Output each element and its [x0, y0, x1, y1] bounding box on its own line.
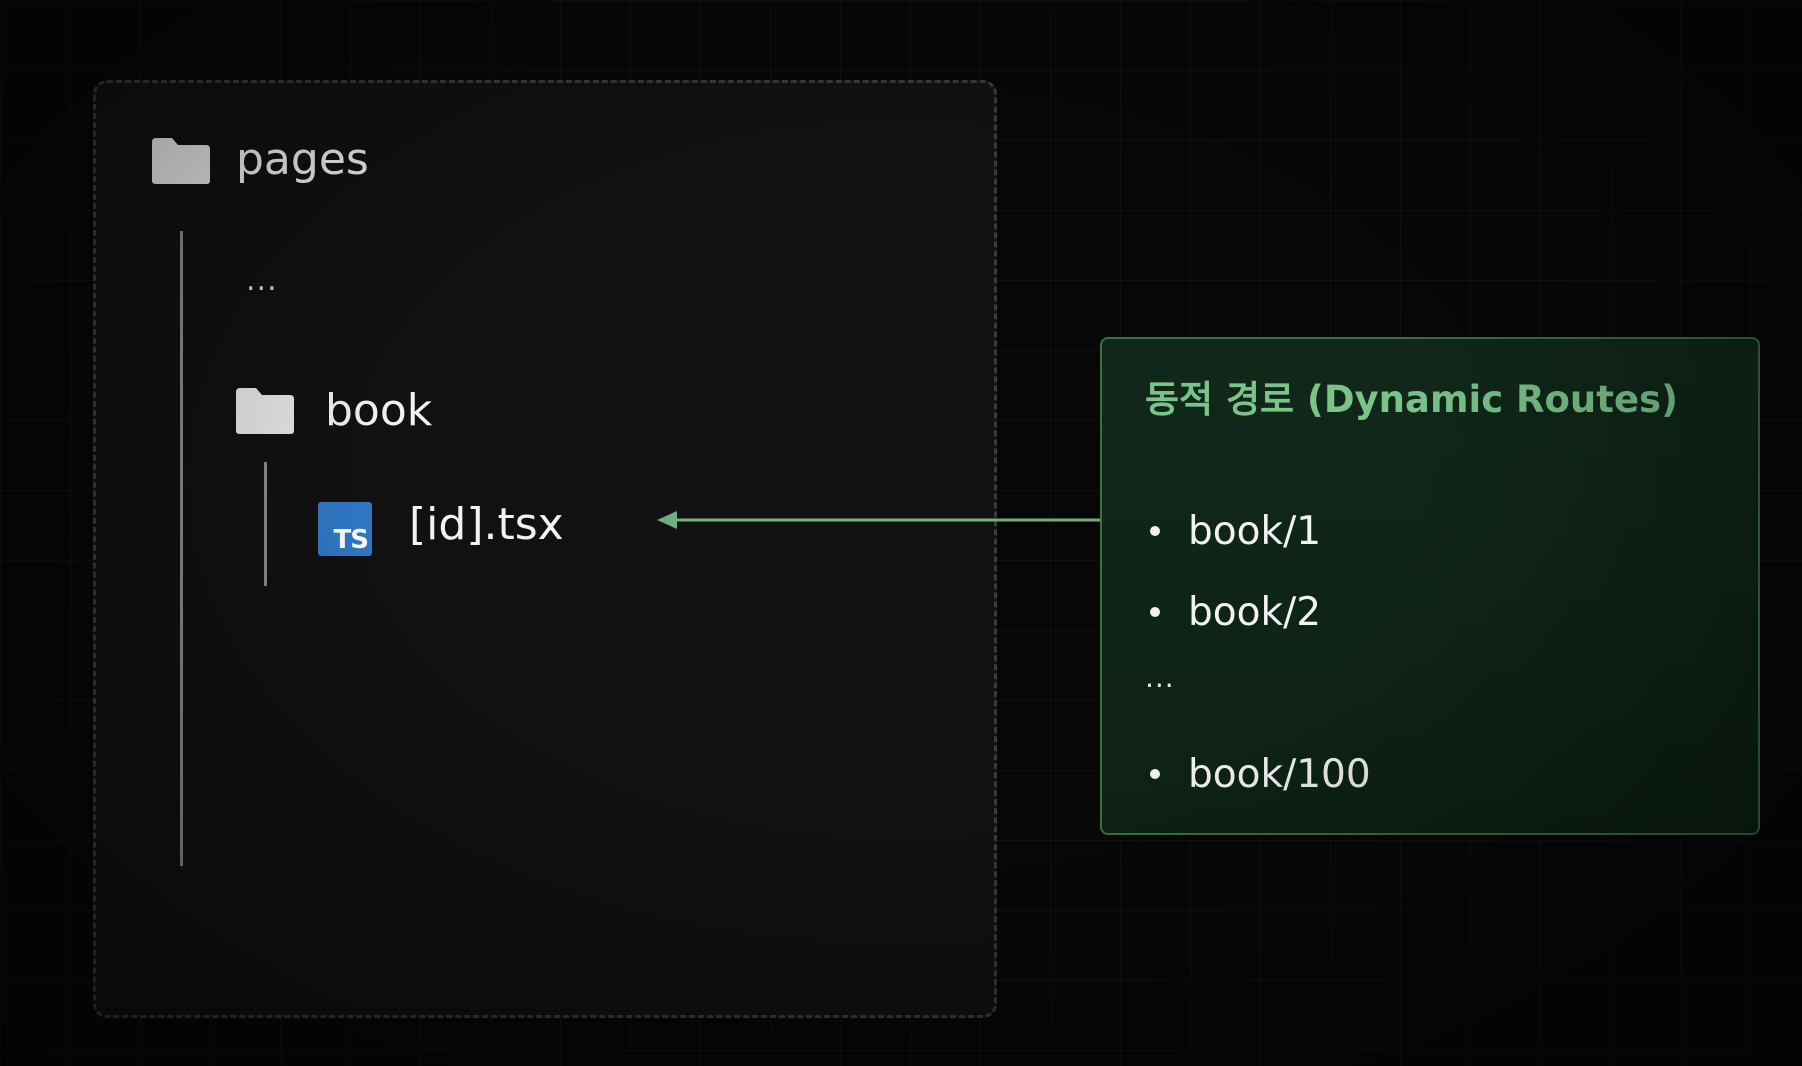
ts-badge-text: TS	[333, 525, 369, 555]
folder-icon	[234, 386, 296, 436]
bullet-icon	[1150, 606, 1160, 617]
tree-connector-line	[264, 462, 267, 586]
file-tree-panel: pages ... book TS [id].tsx	[93, 80, 997, 1018]
route-ellipsis: ...	[1145, 661, 1175, 694]
tree-ellipsis: ...	[246, 263, 278, 298]
info-box-title: 동적 경로 (Dynamic Routes)	[1145, 378, 1678, 421]
diagram-canvas: pages ... book TS [id].tsx 동적 경로 (Dynami…	[0, 0, 1802, 1066]
route-list-item: book/1	[1150, 512, 1321, 551]
book-folder-label: book	[325, 385, 433, 436]
bullet-icon	[1150, 768, 1160, 779]
route-list-item: book/100	[1150, 755, 1371, 794]
root-folder-label: pages	[236, 134, 369, 185]
dynamic-routes-box: 동적 경로 (Dynamic Routes) book/1 book/2 ...…	[1100, 337, 1760, 835]
route-text: book/1	[1188, 509, 1322, 554]
folder-icon	[150, 136, 212, 186]
tree-connector-line	[180, 231, 183, 866]
route-text: book/100	[1188, 752, 1371, 797]
route-list-item: book/2	[1150, 593, 1321, 632]
bullet-icon	[1150, 525, 1160, 536]
file-label: [id].tsx	[409, 499, 564, 550]
typescript-file-icon: TS	[318, 502, 372, 556]
arrow-left-icon	[657, 511, 1115, 529]
route-text: book/2	[1188, 590, 1322, 635]
